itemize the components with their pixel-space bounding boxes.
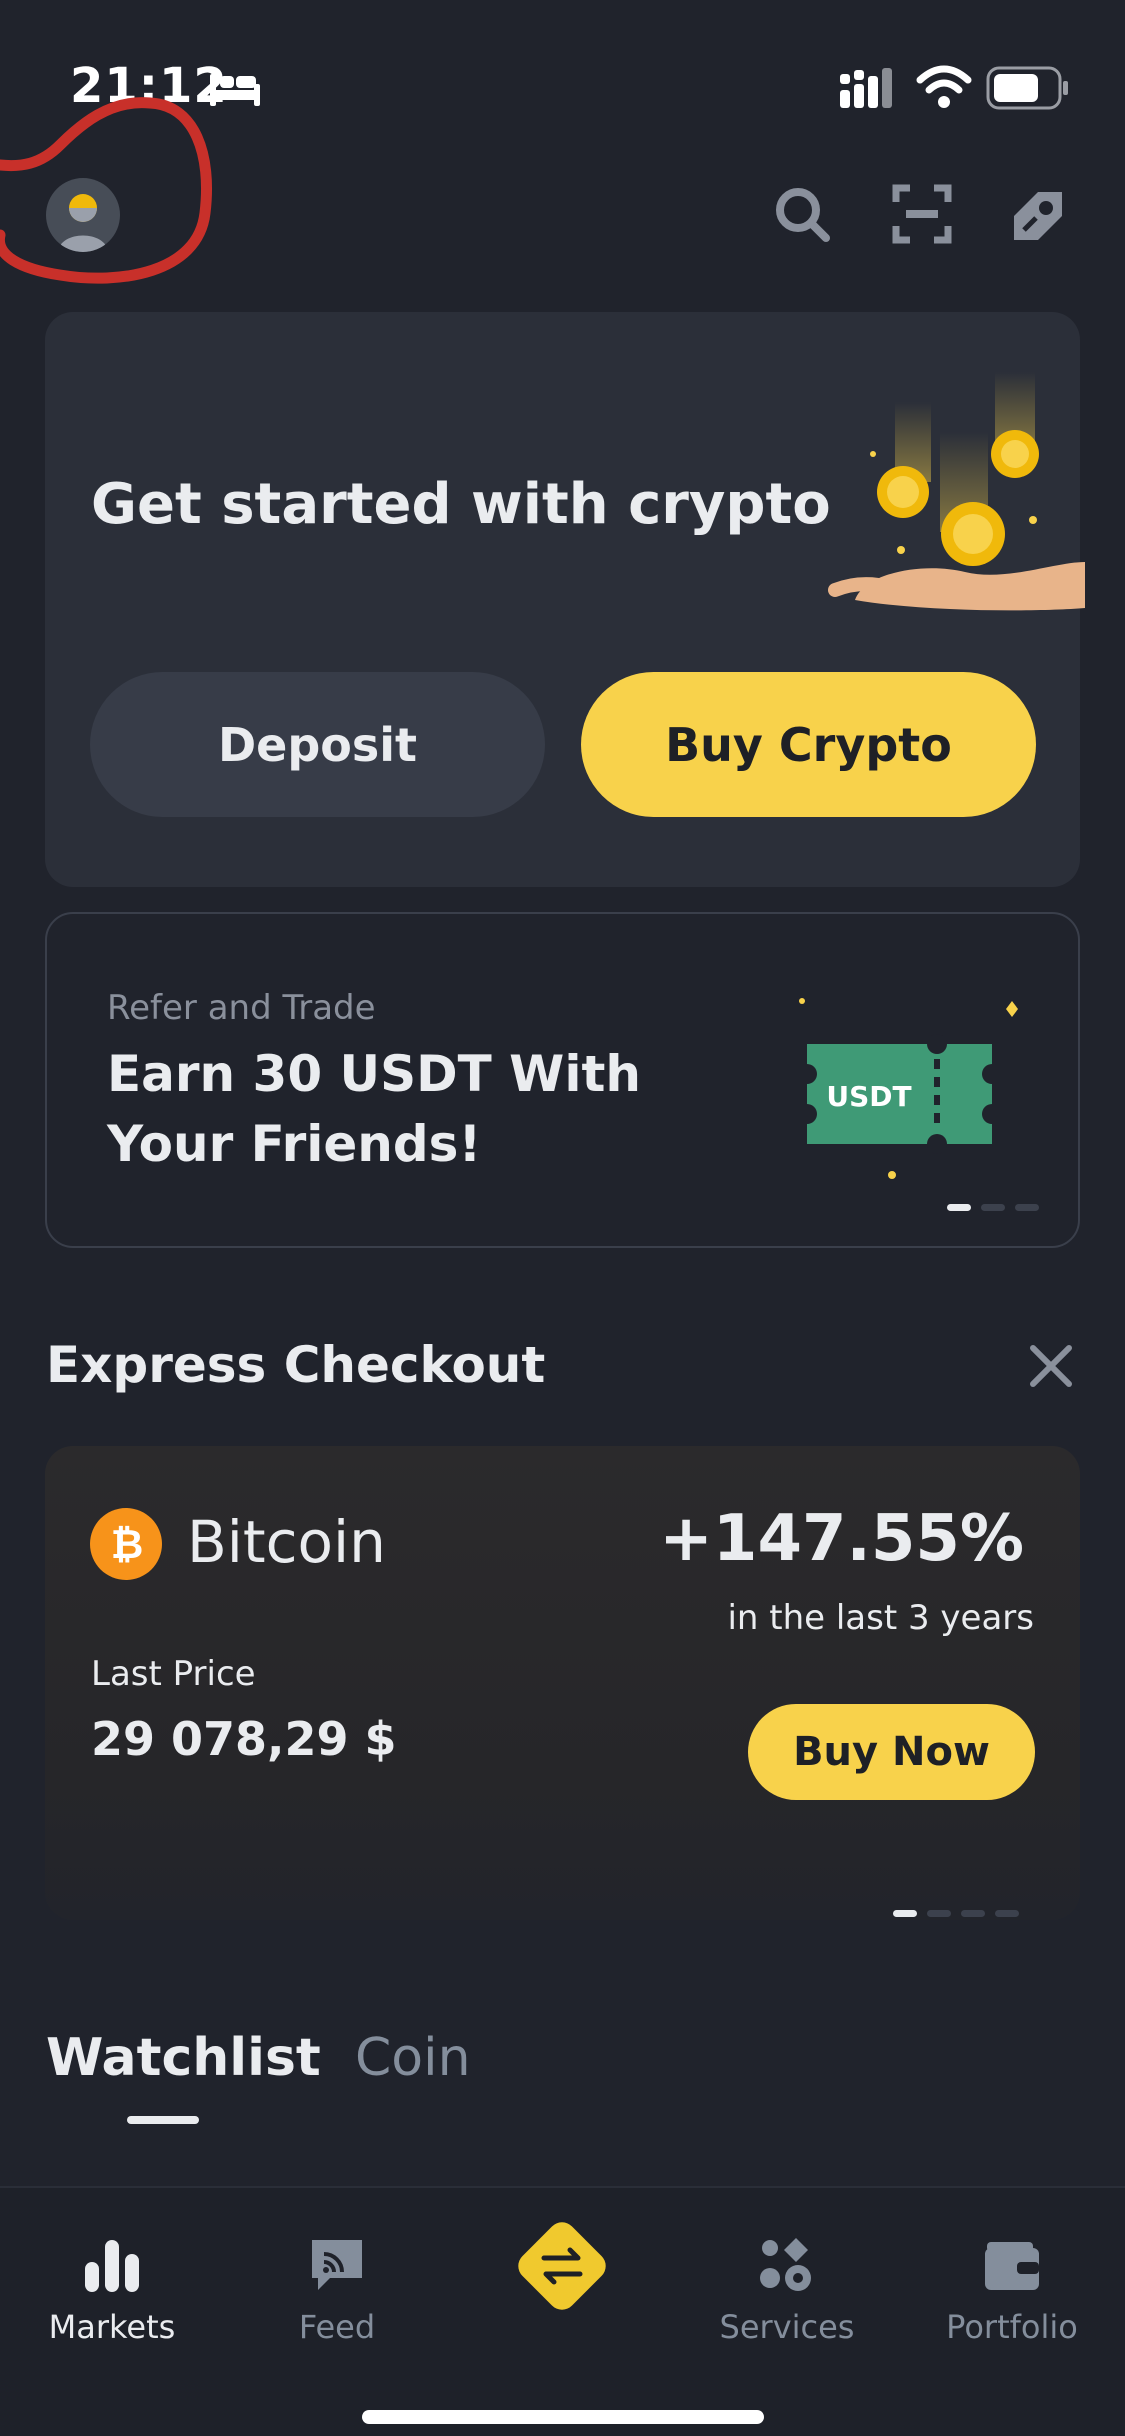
pager-dot-active bbox=[947, 1204, 971, 1211]
signal-icon bbox=[840, 68, 892, 108]
bitcoin-icon: ₿ bbox=[90, 1508, 162, 1580]
refer-subtitle: Refer and Trade bbox=[107, 988, 376, 1028]
tab-coin[interactable]: Coin bbox=[355, 2028, 471, 2088]
buy-now-button[interactable]: Buy Now bbox=[748, 1704, 1035, 1800]
nav-markets[interactable]: Markets bbox=[22, 2232, 202, 2346]
services-icon bbox=[760, 2238, 811, 2291]
referral-icon[interactable] bbox=[1008, 182, 1072, 246]
deposit-button[interactable]: Deposit bbox=[90, 672, 545, 817]
pager-dot bbox=[1015, 1204, 1039, 1211]
pager-dot bbox=[995, 1910, 1019, 1917]
feed-icon bbox=[312, 2240, 362, 2290]
battery-icon bbox=[986, 66, 1068, 110]
coins-hand-illustration bbox=[828, 372, 1085, 611]
trade-swap-icon[interactable] bbox=[510, 2214, 614, 2318]
nav-label-markets: Markets bbox=[48, 2308, 176, 2346]
profile-icon bbox=[58, 194, 108, 252]
refer-title: Earn 30 USDT With Your Friends! bbox=[107, 1045, 641, 1173]
nav-label-feed: Feed bbox=[298, 2308, 376, 2346]
tab-watchlist[interactable]: Watchlist bbox=[46, 2028, 321, 2088]
express-checkout-card: ₿ Bitcoin +147.55% in the last 3 years L… bbox=[45, 1446, 1080, 1920]
coin-name: Bitcoin bbox=[187, 1508, 386, 1576]
pager-dot bbox=[927, 1910, 951, 1917]
pager-dot-active bbox=[893, 1910, 917, 1917]
wifi-icon bbox=[916, 65, 972, 108]
checkout-pager bbox=[893, 1910, 1019, 1917]
pager-dot bbox=[981, 1204, 1005, 1211]
avatar[interactable] bbox=[46, 178, 120, 252]
nav-feed[interactable]: Feed bbox=[247, 2232, 427, 2346]
bar-chart-icon bbox=[85, 2240, 139, 2292]
buy-crypto-button[interactable]: Buy Crypto bbox=[581, 672, 1036, 817]
close-icon[interactable] bbox=[1025, 1340, 1077, 1392]
ticket-text: USDT bbox=[826, 1080, 911, 1113]
nav-services[interactable]: Services bbox=[697, 2232, 877, 2346]
price-change: +147.55% bbox=[659, 1502, 1024, 1576]
refer-banner[interactable]: Refer and Trade Earn 30 USDT With Your F… bbox=[45, 912, 1080, 1248]
get-started-title: Get started with crypto bbox=[91, 472, 831, 537]
wallet-icon bbox=[985, 2242, 1039, 2290]
change-period: in the last 3 years bbox=[727, 1598, 1034, 1638]
nav-label-portfolio: Portfolio bbox=[946, 2308, 1078, 2346]
search-icon[interactable] bbox=[770, 182, 834, 246]
pager-dot bbox=[961, 1910, 985, 1917]
bottom-nav: Markets Feed Services Portfolio bbox=[0, 2186, 1125, 2436]
scan-icon[interactable] bbox=[890, 182, 954, 246]
ticket-illustration: USDT bbox=[799, 998, 1018, 1179]
tab-active-indicator bbox=[127, 2116, 199, 2124]
svg-text:₿: ₿ bbox=[111, 1522, 144, 1568]
nav-portfolio[interactable]: Portfolio bbox=[922, 2232, 1102, 2346]
last-price-label: Last Price bbox=[91, 1654, 256, 1694]
express-checkout-title: Express Checkout bbox=[46, 1336, 546, 1394]
nav-label-services: Services bbox=[719, 2308, 855, 2346]
get-started-card: Get started with crypto Deposit Buy Cryp… bbox=[45, 312, 1085, 887]
last-price-value: 29 078,29 $ bbox=[91, 1712, 397, 1766]
refer-pager bbox=[947, 1204, 1039, 1211]
home-indicator bbox=[362, 2410, 764, 2424]
